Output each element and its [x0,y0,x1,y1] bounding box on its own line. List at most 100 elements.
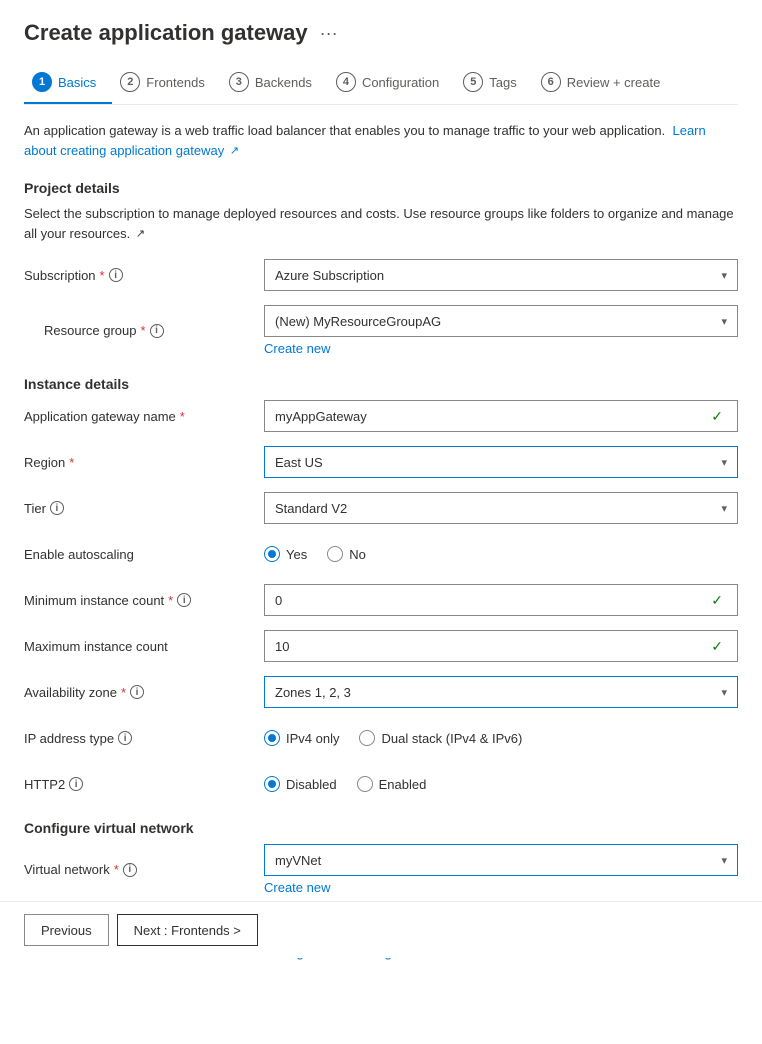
http2-disabled-radio[interactable] [264,776,280,792]
ip-address-type-label: IP address type i [24,731,264,746]
ip-ipv4-radio[interactable] [264,730,280,746]
app-gateway-name-value: myAppGateway [275,409,711,424]
http2-enabled[interactable]: Enabled [357,776,427,792]
autoscaling-yes[interactable]: Yes [264,546,307,562]
project-details-header: Project details [24,180,738,196]
availability-zone-value: Zones 1, 2, 3 [275,685,721,700]
external-link-icon: ↗ [230,145,239,157]
tier-control: Standard V2 ▾ [264,492,738,524]
region-value: East US [275,455,721,470]
availability-zone-required: * [121,685,126,700]
tab-tags[interactable]: 5 Tags [455,62,532,104]
virtual-network-row: Virtual network * i myVNet ▾ Create new [24,844,738,895]
max-instance-input[interactable]: 10 ✓ [264,630,738,662]
tab-review-create[interactable]: 6 Review + create [533,62,677,104]
region-label: Region * [24,455,264,470]
tier-dropdown[interactable]: Standard V2 ▾ [264,492,738,524]
resource-group-required: * [141,323,146,338]
ip-dual-label: Dual stack (IPv4 & IPv6) [381,731,522,746]
resource-group-label: Resource group * i [24,323,264,338]
tab-basics[interactable]: 1 Basics [24,62,112,104]
ip-ipv4-label: IPv4 only [286,731,339,746]
autoscaling-row: Enable autoscaling Yes No [24,538,738,570]
availability-zone-info-icon[interactable]: i [130,685,144,699]
tab-number-2: 2 [120,72,140,92]
subscription-value: Azure Subscription [275,268,721,283]
resource-group-caret: ▾ [721,315,727,328]
app-gateway-name-control: myAppGateway ✓ [264,400,738,432]
ip-dual-stack[interactable]: Dual stack (IPv4 & IPv6) [359,730,522,746]
autoscaling-no[interactable]: No [327,546,366,562]
tab-label-configuration: Configuration [362,75,439,90]
project-external-icon: ↗ [136,228,145,240]
autoscaling-radio-group: Yes No [264,546,738,562]
min-instance-info-icon[interactable]: i [177,593,191,607]
tab-configuration[interactable]: 4 Configuration [328,62,455,104]
http2-radio-group: Disabled Enabled [264,776,738,792]
autoscaling-yes-label: Yes [286,547,307,562]
virtual-network-control: myVNet ▾ Create new [264,844,738,895]
autoscaling-yes-radio[interactable] [264,546,280,562]
next-button[interactable]: Next : Frontends > [117,914,258,946]
bottom-bar: Previous Next : Frontends > [0,901,762,958]
tab-backends[interactable]: 3 Backends [221,62,328,104]
subscription-label: Subscription * i [24,268,264,283]
http2-info-icon[interactable]: i [69,777,83,791]
resource-group-control: (New) MyResourceGroupAG ▾ Create new [264,305,738,356]
subscription-info-icon[interactable]: i [109,268,123,282]
tab-number-6: 6 [541,72,561,92]
subscription-control: Azure Subscription ▾ [264,259,738,291]
availability-zone-row: Availability zone * i Zones 1, 2, 3 ▾ [24,676,738,708]
http2-label: HTTP2 i [24,777,264,792]
app-gateway-name-label: Application gateway name * [24,409,264,424]
resource-group-info-icon[interactable]: i [150,324,164,338]
min-instance-input[interactable]: 0 ✓ [264,584,738,616]
min-instance-value: 0 [275,593,711,608]
min-instance-control: 0 ✓ [264,584,738,616]
http2-disabled[interactable]: Disabled [264,776,337,792]
tab-number-5: 5 [463,72,483,92]
http2-enabled-radio[interactable] [357,776,373,792]
autoscaling-no-radio[interactable] [327,546,343,562]
resource-group-dropdown[interactable]: (New) MyResourceGroupAG ▾ [264,305,738,337]
http2-control: Disabled Enabled [264,776,738,792]
subscription-required: * [100,268,105,283]
region-dropdown[interactable]: East US ▾ [264,446,738,478]
max-instance-count-label: Maximum instance count [24,639,264,654]
virtual-network-dropdown[interactable]: myVNet ▾ [264,844,738,876]
ip-address-type-control: IPv4 only Dual stack (IPv4 & IPv6) [264,730,738,746]
tier-row: Tier i Standard V2 ▾ [24,492,738,524]
resource-group-create-new[interactable]: Create new [264,341,738,356]
min-instance-count-label: Minimum instance count * i [24,593,264,608]
page-menu-dots[interactable]: ··· [320,23,338,44]
tab-label-frontends: Frontends [146,75,205,90]
tab-frontends[interactable]: 2 Frontends [112,62,221,104]
http2-row: HTTP2 i Disabled Enabled [24,768,738,800]
http2-enabled-label: Enabled [379,777,427,792]
max-instance-count-row: Maximum instance count 10 ✓ [24,630,738,662]
ip-ipv4-only[interactable]: IPv4 only [264,730,339,746]
tab-number-3: 3 [229,72,249,92]
min-instance-count-row: Minimum instance count * i 0 ✓ [24,584,738,616]
http2-disabled-label: Disabled [286,777,337,792]
availability-zone-label: Availability zone * i [24,685,264,700]
tier-label: Tier i [24,501,264,516]
previous-button[interactable]: Previous [24,914,109,946]
region-caret: ▾ [721,456,727,469]
virtual-network-label: Virtual network * i [24,862,264,877]
app-gateway-name-input[interactable]: myAppGateway ✓ [264,400,738,432]
availability-zone-dropdown[interactable]: Zones 1, 2, 3 ▾ [264,676,738,708]
region-control: East US ▾ [264,446,738,478]
region-required: * [69,455,74,470]
max-instance-value: 10 [275,639,711,654]
tier-caret: ▾ [721,502,727,515]
tab-number-4: 4 [336,72,356,92]
ip-dual-radio[interactable] [359,730,375,746]
virtual-network-info-icon[interactable]: i [123,863,137,877]
tab-label-tags: Tags [489,75,516,90]
resource-group-row: Resource group * i (New) MyResourceGroup… [24,305,738,356]
tier-info-icon[interactable]: i [50,501,64,515]
subscription-dropdown[interactable]: Azure Subscription ▾ [264,259,738,291]
ip-type-info-icon[interactable]: i [118,731,132,745]
virtual-network-create-new[interactable]: Create new [264,880,738,895]
